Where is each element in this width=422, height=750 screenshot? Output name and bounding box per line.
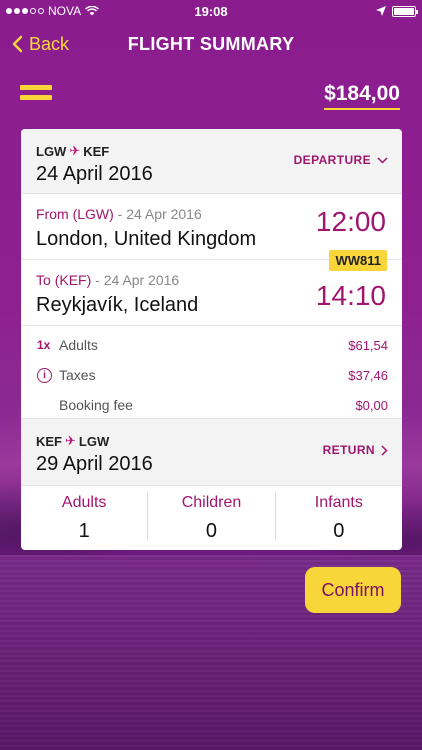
chevron-down-icon — [377, 156, 388, 164]
to-date: - 24 Apr 2016 — [91, 272, 180, 288]
passenger-adults[interactable]: Adults 1 — [21, 492, 149, 542]
back-button[interactable]: Back — [12, 34, 69, 55]
passenger-label: Infants — [314, 494, 363, 511]
departure-label: DEPARTURE — [293, 153, 371, 167]
departure-date: 24 April 2016 — [36, 163, 153, 185]
fare-label: Adults — [59, 337, 98, 353]
route-destination: KEF — [83, 143, 110, 159]
plane-icon: ✈ — [69, 143, 81, 158]
battery-icon — [392, 5, 418, 17]
fare-row-booking-fee: Booking fee $0,00 — [21, 390, 402, 420]
confirm-button[interactable]: Confirm — [305, 567, 401, 613]
passenger-children[interactable]: Children 0 — [148, 492, 276, 542]
fare-quantity: 1x — [37, 338, 51, 352]
return-header[interactable]: KEF ✈ LGW 29 April 2016 RETURN — [21, 419, 402, 486]
passenger-count: 0 — [333, 520, 345, 542]
chevron-right-icon — [381, 444, 388, 456]
to-code: (KEF) — [54, 272, 92, 288]
return-label: RETURN — [322, 443, 375, 457]
leg-to-label: To (KEF) - 24 Apr 2016 — [36, 272, 179, 288]
fare-breakdown: 1x Adults $61,54 i Taxes $37,46 Booking … — [21, 326, 402, 419]
from-label: From — [36, 206, 69, 222]
from-code: (LGW) — [72, 206, 114, 222]
info-icon[interactable]: i — [37, 368, 52, 383]
return-route: KEF ✈ LGW — [36, 433, 109, 449]
navigation-bar: Back FLIGHT SUMMARY — [0, 22, 422, 66]
from-time: 12:00 — [315, 206, 386, 237]
fare-label: Booking fee — [59, 397, 133, 413]
return-date: 29 April 2016 — [36, 453, 153, 475]
from-date: - 24 Apr 2016 — [113, 206, 202, 222]
route-origin: KEF — [36, 433, 62, 449]
passenger-infants[interactable]: Infants 0 — [276, 492, 402, 542]
passenger-count: 0 — [205, 520, 218, 542]
passenger-label: Children — [181, 494, 242, 511]
passenger-count: 1 — [78, 520, 90, 542]
location-arrow-icon — [376, 6, 386, 16]
fare-row-taxes: i Taxes $37,46 — [21, 360, 402, 390]
back-label: Back — [29, 33, 70, 54]
passenger-label: Adults — [61, 494, 107, 511]
passenger-counts: Adults 1 Children 0 Infants 0 — [21, 486, 402, 546]
leg-from-label: From (LGW) - 24 Apr 2016 — [36, 206, 202, 222]
flight-summary-card: LGW ✈ KEF 24 April 2016 DEPARTURE From (… — [21, 129, 402, 550]
departure-route: LGW ✈ KEF — [36, 143, 109, 159]
status-bar: NOVA 19:08 — [0, 0, 422, 22]
chevron-left-icon — [12, 35, 23, 53]
from-city: London, United Kingdom — [36, 228, 257, 250]
fare-value: $61,54 — [348, 337, 388, 353]
route-destination: LGW — [78, 433, 110, 449]
fare-row-adults: 1x Adults $61,54 — [21, 330, 402, 360]
route-origin: LGW — [36, 143, 67, 159]
wifi-icon — [85, 6, 100, 16]
to-time: 14:10 — [315, 280, 386, 311]
fare-value: $37,46 — [348, 367, 388, 383]
menu-icon[interactable] — [20, 85, 52, 105]
fare-value: $0,00 — [355, 397, 388, 413]
fare-label: Taxes — [59, 367, 96, 383]
to-label: To — [36, 272, 51, 288]
departure-header[interactable]: LGW ✈ KEF 24 April 2016 DEPARTURE — [21, 129, 402, 194]
plane-icon: ✈ — [65, 433, 76, 448]
signal-strength-icon — [6, 8, 44, 14]
total-price[interactable]: $184,00 — [324, 82, 400, 110]
departure-toggle[interactable]: DEPARTURE — [294, 153, 388, 167]
carrier-name: NOVA — [48, 4, 82, 18]
return-toggle[interactable]: RETURN — [323, 443, 388, 457]
flight-number-badge: WW811 — [329, 250, 387, 271]
to-city: Reykjavík, Iceland — [36, 294, 199, 316]
